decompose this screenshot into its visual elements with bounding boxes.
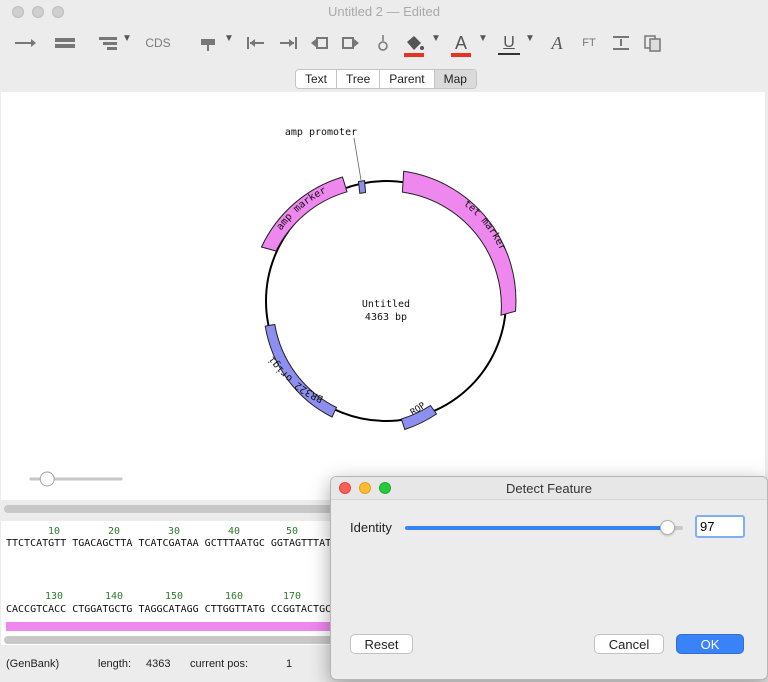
text-color-icon[interactable]: A [450,32,472,54]
arrow-feature-icon[interactable] [12,32,38,54]
sequence-line[interactable]: CACCGTCACC CTGGATGCTG TAGGCATAGG CTTGGTT… [6,604,367,615]
seq-position-label: 170 [283,591,302,602]
chevron-down-icon[interactable]: ▼ [525,33,535,44]
tab-parent[interactable]: Parent [380,70,435,88]
tab-text[interactable]: Text [296,70,338,88]
seq-position-label: 10 [48,526,61,537]
identity-slider-track[interactable] [405,520,683,535]
seq-position-label: 30 [168,526,181,537]
plasmid-length: 4363 bp [365,312,407,323]
font-icon[interactable]: A [546,32,568,54]
identity-slider-knob[interactable] [660,520,676,535]
jump-end-icon[interactable] [276,32,300,54]
ft-button[interactable]: FT [578,32,600,54]
identity-slider-fill [405,526,668,530]
underline-icon[interactable]: U [498,32,520,54]
select-left-icon[interactable] [308,32,332,54]
marker-icon[interactable] [374,32,392,54]
text-color-swatch [451,53,471,57]
jump-start-icon[interactable] [244,32,268,54]
status-pos-value: 1 [286,658,293,670]
feature-tet-marker[interactable]: tet marker [401,170,517,316]
feature-label-amp-promoter: amp promoter [285,127,357,138]
status-length-value: 4363 [146,658,171,670]
window-title: Untitled 2 — Edited [327,4,440,19]
title-bar: Untitled 2 — Edited [0,0,768,24]
fill-color-icon[interactable] [402,32,426,54]
block-feature-icon[interactable] [50,32,80,54]
stacked-feature-icon[interactable] [96,32,122,54]
zoom-slider[interactable] [29,471,123,487]
status-length-label: length: [98,658,132,670]
ok-button[interactable]: OK [676,634,744,654]
toolbar: ▼ CDS ▼ ▼ A ▼ U ▼ A FT [0,24,768,66]
seq-position-label: 150 [165,591,184,602]
seq-position-label: 40 [228,526,241,537]
seq-position-label: 140 [105,591,124,602]
select-right-icon[interactable] [338,32,362,54]
detect-feature-dialog: Detect Feature Identity Reset Cancel OK [330,476,768,680]
plasmid-map-view: tet marker amp marker pBR322 origin ROP … [1,92,765,500]
cds-button[interactable]: CDS [144,32,172,54]
zoom-slider-knob[interactable] [39,471,55,487]
fill-color-swatch [404,53,424,57]
identity-label: Identity [350,520,392,535]
tab-map[interactable]: Map [434,70,476,88]
cancel-button[interactable]: Cancel [594,634,664,654]
chevron-down-icon[interactable]: ▼ [224,33,234,44]
chevron-down-icon[interactable]: ▼ [122,33,132,44]
sequence-line[interactable]: TTCTCATGTT TGACAGCTTA TCATCGATAA GCTTTAA… [6,538,367,549]
plasmid-name: Untitled [362,299,410,310]
pages-icon[interactable] [642,32,664,54]
status-pos-label: current pos: [190,658,249,670]
seq-position-label: 160 [225,591,244,602]
feature-rop[interactable]: ROP [400,400,438,431]
chevron-down-icon[interactable]: ▼ [431,33,441,44]
feature-amp-marker[interactable]: amp marker [260,176,348,252]
tab-tree[interactable]: Tree [337,70,381,88]
feature-pbr322-origin[interactable]: pBR322 origin [1,92,338,418]
dialog-title: Detect Feature [506,481,592,496]
view-tabs: Text Tree Parent Map [295,69,477,89]
identity-value-field[interactable] [695,515,745,538]
insert-feature-icon[interactable] [196,32,220,54]
seq-position-label: 130 [45,591,64,602]
status-format: (GenBank) [6,658,60,670]
reset-button[interactable]: Reset [350,634,413,654]
seq-position-label: 20 [108,526,121,537]
dialog-title-bar: Detect Feature [331,477,767,500]
chevron-down-icon[interactable]: ▼ [478,33,488,44]
svg-text:amp marker: amp marker [275,185,328,232]
feature-label-amp-marker: amp marker [275,185,328,232]
align-icon[interactable] [610,32,632,54]
underline-swatch [498,53,520,55]
plasmid-map: tet marker amp marker pBR322 origin ROP … [1,92,517,487]
seq-position-label: 50 [286,526,299,537]
